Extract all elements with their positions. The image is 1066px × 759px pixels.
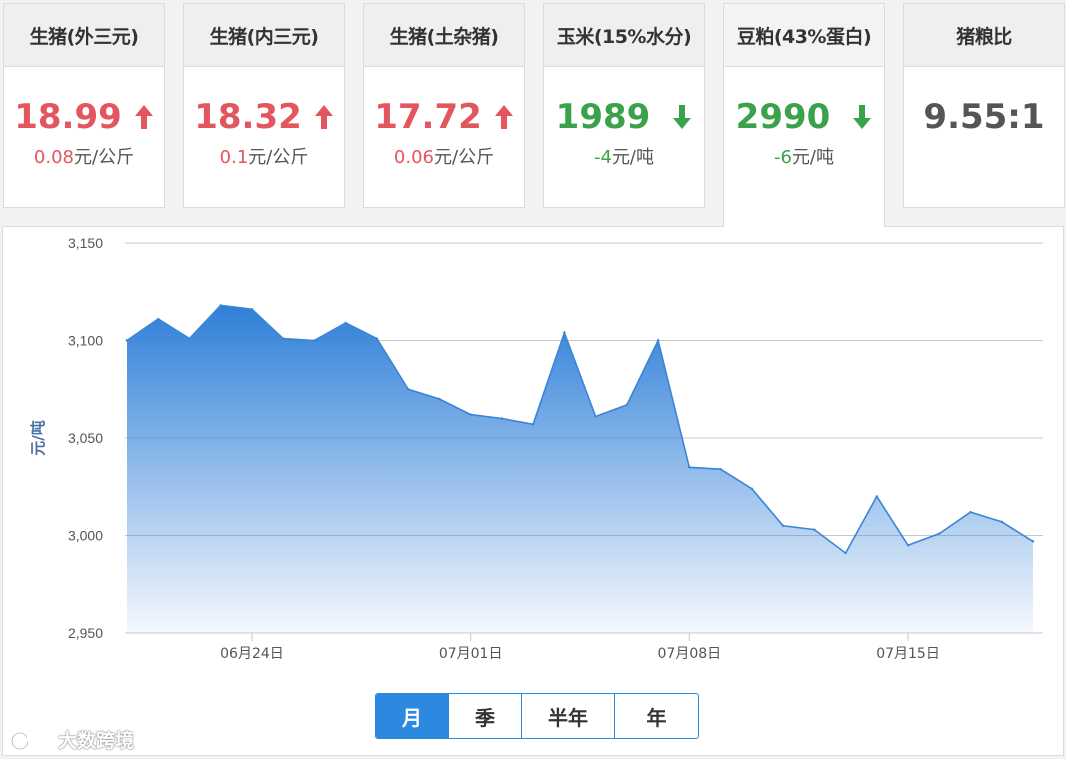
card-corn[interactable]: 玉米(15%水分) 1989 -4元/吨: [543, 3, 705, 208]
data-point: [844, 551, 847, 555]
tab-month[interactable]: 月: [376, 694, 449, 738]
change-unit: 元/公斤: [434, 147, 495, 168]
card-title: 猪粮比: [904, 4, 1064, 67]
change-unit: 元/公斤: [74, 147, 135, 168]
card-pig-outer[interactable]: 生猪(外三元) 18.99 0.08元/公斤: [3, 3, 165, 208]
card-title: 生猪(土杂猪): [364, 4, 524, 67]
data-point: [938, 532, 941, 535]
price-value: 1989: [555, 97, 651, 137]
data-point: [344, 321, 347, 325]
data-point: [375, 337, 379, 340]
data-point: [625, 403, 629, 407]
watermark-text: 大数跨境: [58, 730, 135, 752]
price-value: 18.99: [14, 97, 122, 137]
y-tick-label: 3,100: [68, 333, 103, 349]
data-point: [594, 415, 597, 418]
arrow-down-icon: [853, 105, 872, 129]
data-point: [1031, 540, 1035, 543]
card-pig-inner[interactable]: 生猪(内三元) 18.32 0.1元/公斤: [183, 3, 345, 208]
x-tick-label: 06月24日: [220, 646, 284, 662]
data-point: [157, 317, 160, 321]
price-value: 2990: [735, 97, 831, 137]
y-axis-label: 元/吨: [29, 420, 47, 455]
data-point: [906, 544, 910, 547]
tab-quarter[interactable]: 季: [449, 694, 522, 738]
card-pig-local[interactable]: 生猪(土杂猪) 17.72 0.06元/公斤: [363, 3, 525, 208]
data-point: [563, 331, 566, 334]
card-price: 18.99: [4, 97, 164, 137]
card-change: 0.08元/公斤: [4, 143, 164, 169]
data-point: [781, 524, 785, 527]
price-value: 17.72: [374, 97, 482, 137]
data-point: [969, 510, 972, 514]
arrow-down-icon: [673, 105, 692, 129]
price-chart: 2,950 3,000 3,050 3,100 3,150 元/吨 06月24日 07月01日…: [29, 235, 1043, 662]
card-price: 1989: [544, 97, 704, 137]
change-unit: 元/吨: [611, 147, 655, 168]
card-change: -4元/吨: [544, 143, 704, 169]
data-point: [219, 304, 222, 307]
data-point: [531, 423, 535, 426]
change-value: 0.1: [219, 147, 249, 168]
arrow-up-icon: [134, 105, 153, 129]
data-point: [750, 487, 754, 490]
card-title: 玉米(15%水分): [544, 4, 704, 67]
y-tick-label: 3,150: [68, 235, 103, 251]
card-title: 豆粕(43%蛋白): [724, 4, 884, 67]
tab-year[interactable]: 年: [615, 694, 698, 738]
data-point: [438, 397, 441, 401]
card-title: 生猪(外三元): [4, 4, 164, 67]
card-hog-grain-ratio[interactable]: 猪粮比 9.55:1: [903, 3, 1065, 208]
data-point: [406, 388, 410, 391]
card-change: 0.1元/公斤: [184, 143, 344, 169]
watermark-logo-icon: [10, 731, 51, 750]
change-value: -4: [593, 147, 612, 168]
card-price: 9.55:1: [904, 97, 1064, 137]
data-point: [1000, 520, 1003, 524]
x-tick-label: 07月15日: [876, 646, 940, 662]
data-point: [250, 308, 254, 311]
change-unit: 元/吨: [791, 147, 835, 168]
data-point: [313, 339, 316, 342]
x-tick-label: 07月01日: [439, 646, 503, 662]
x-tick-label: 07月08日: [658, 646, 722, 662]
data-point: [188, 337, 191, 340]
data-point: [813, 528, 816, 531]
data-point: [875, 495, 878, 498]
tab-half-year[interactable]: 半年: [522, 694, 615, 738]
card-change: -6元/吨: [724, 143, 884, 169]
change-unit: 元/公斤: [248, 147, 309, 168]
change-value: 0.06: [393, 147, 434, 168]
price-value: 9.55:1: [923, 97, 1045, 137]
period-tabs: 月 季 半年 年: [375, 693, 699, 739]
data-point: [469, 413, 472, 416]
change-value: 0.08: [33, 147, 74, 168]
card-soymeal[interactable]: 豆粕(43%蛋白) 2990 -6元/吨: [723, 3, 885, 227]
price-value: 18.32: [194, 97, 302, 137]
change-value: -6: [773, 147, 792, 168]
card-change: 0.06元/公斤: [364, 143, 524, 169]
series-area: [127, 305, 1033, 633]
y-tick-label: 3,050: [68, 430, 103, 446]
y-tick-label: 2,950: [68, 625, 103, 641]
y-tick-label: 3,000: [68, 528, 103, 544]
arrow-up-icon: [494, 105, 513, 129]
card-title: 生猪(内三元): [184, 4, 344, 67]
card-price: 18.32: [184, 97, 344, 137]
card-price: 17.72: [364, 97, 524, 137]
data-point: [688, 466, 691, 469]
arrow-up-icon: [314, 105, 333, 129]
data-point: [719, 468, 722, 471]
chart-panel: 2,950 3,000 3,050 3,100 3,150 元/吨 06月24日 07月01日…: [2, 226, 1064, 756]
card-price: 2990: [724, 97, 884, 137]
data-point: [500, 417, 504, 420]
data-point: [125, 339, 129, 342]
data-point: [656, 339, 660, 342]
data-point: [282, 337, 285, 340]
watermark: 大数跨境: [10, 726, 134, 753]
